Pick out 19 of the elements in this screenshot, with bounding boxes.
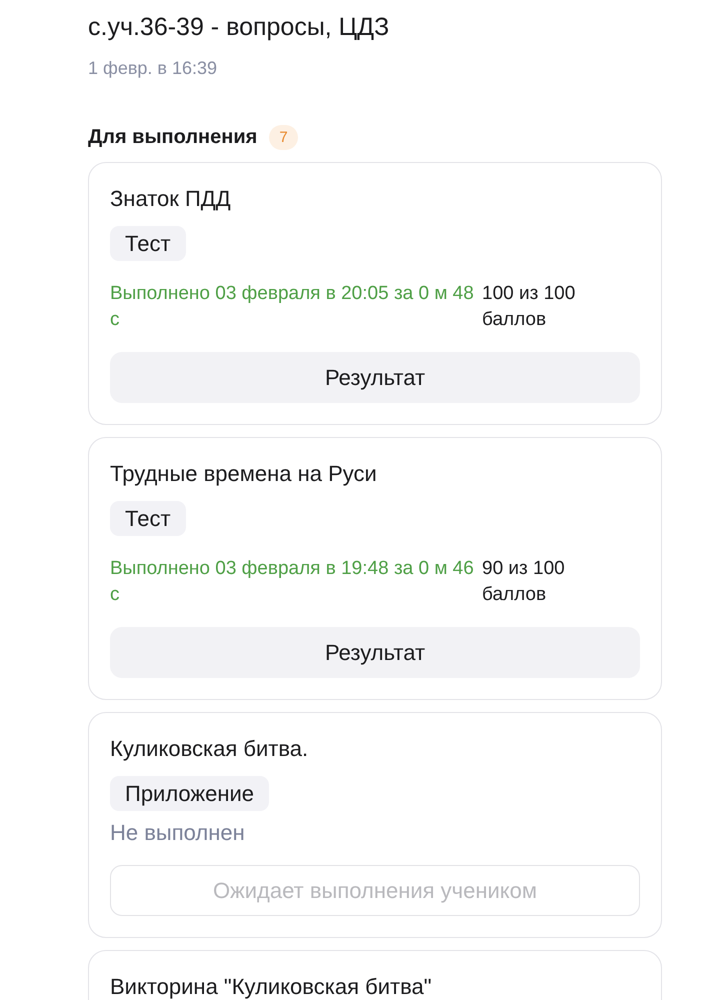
publish-date: 1 февр. в 16:39 — [88, 57, 218, 79]
waiting-button: Ожидает выполнения учеником — [110, 865, 640, 916]
completion-status: Не выполнен — [110, 820, 245, 846]
result-button[interactable]: Результат — [110, 627, 640, 678]
completion-status: Выполнено 03 февраля в 20:05 за 0 м 48 с — [110, 282, 475, 332]
task-title: Знаток ПДД — [110, 186, 231, 212]
task-type-tag: Приложение — [110, 776, 270, 811]
count-badge: 7 — [269, 124, 298, 150]
task-title: Викторина "Куликовская битва" — [110, 974, 432, 1000]
task-title: Куликовская битва. — [110, 736, 308, 762]
task-type-tag: Тест — [110, 501, 186, 536]
section-title: Для выполнения — [88, 126, 258, 148]
score-text: 100 из 100 баллов — [482, 282, 576, 332]
task-type-tag: Тест — [110, 226, 186, 261]
completion-status: Выполнено 03 февраля в 19:48 за 0 м 46 с — [110, 557, 475, 607]
page-title: с.уч.36-39 - вопросы, ЦДЗ — [88, 12, 390, 42]
score-text: 90 из 100 баллов — [482, 557, 566, 607]
result-button[interactable]: Результат — [110, 352, 640, 403]
task-title: Трудные времена на Руси — [110, 461, 377, 487]
